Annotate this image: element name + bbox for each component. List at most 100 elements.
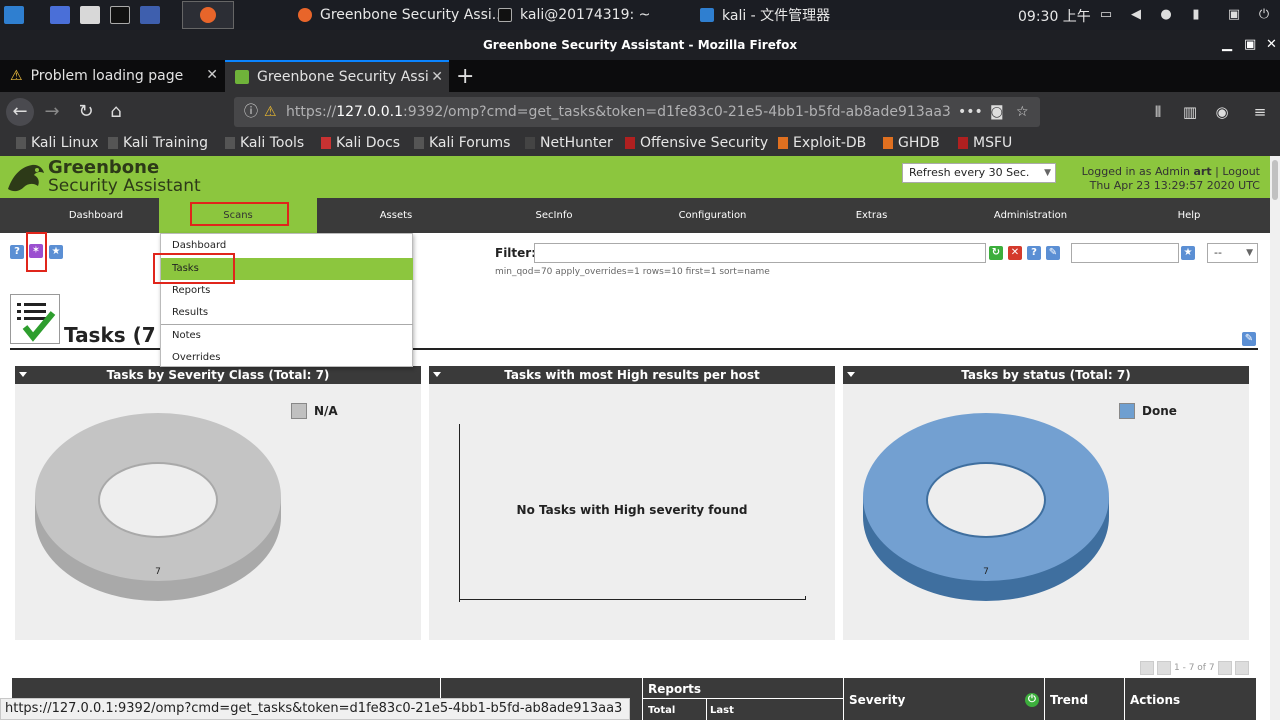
refresh-select[interactable]: Refresh every 30 Sec. ▼ — [902, 163, 1056, 183]
col-severity[interactable]: Severity — [849, 693, 905, 707]
page-scrollbar-thumb[interactable] — [1272, 160, 1278, 200]
tab-greenbone[interactable]: Greenbone Security Assi ✕ — [225, 60, 449, 92]
forward-icon[interactable]: → — [38, 98, 66, 126]
bookmark-exploit-db[interactable]: Exploit-DB — [778, 135, 866, 151]
home-icon[interactable]: ⌂ — [102, 98, 130, 126]
desktop-icon[interactable] — [50, 6, 70, 24]
column-divider — [1124, 678, 1125, 720]
maximize-icon[interactable]: ▣ — [1244, 30, 1256, 60]
os-taskbar: Greenbone Security Assi... kali@20174319… — [0, 0, 1280, 30]
col-reports-total[interactable]: Total — [648, 705, 675, 716]
filter-select[interactable]: -- ▼ — [1207, 243, 1258, 263]
pocket-icon[interactable]: ◙ — [990, 97, 1004, 127]
bookmark-label: Kali Tools — [240, 135, 305, 151]
page-actions-icon[interactable]: ••• — [958, 97, 983, 127]
battery-icon[interactable]: ▮ — [1188, 7, 1204, 23]
bookmark-offensive-security[interactable]: Offensive Security — [625, 135, 768, 151]
screenshot-icon[interactable] — [140, 6, 160, 24]
severity-donut-chart: 7 — [35, 413, 281, 601]
panel-title-text: Tasks by status (Total: 7) — [961, 368, 1131, 382]
kali-docs-icon — [321, 137, 331, 149]
power-icon[interactable]: ⏻ — [1256, 7, 1272, 23]
nav-secinfo[interactable]: SecInfo — [475, 198, 633, 233]
info-icon[interactable]: ⓘ — [244, 97, 258, 127]
menu-icon[interactable]: ≡ — [1246, 98, 1274, 126]
username-link[interactable]: art — [1194, 165, 1212, 178]
reload-icon[interactable]: ↻ — [72, 98, 100, 126]
volume-icon[interactable]: ◀ — [1128, 7, 1144, 23]
notification-bell-icon[interactable]: ● — [1158, 7, 1174, 23]
menu-item-notes[interactable]: Notes — [161, 325, 413, 347]
collapse-triangle-icon[interactable] — [19, 372, 27, 377]
donut-hole — [928, 464, 1044, 536]
filter-name-input[interactable] — [1071, 243, 1179, 263]
col-reports[interactable]: Reports — [648, 682, 701, 696]
nethunter-icon — [525, 137, 535, 149]
close-tab-icon[interactable]: ✕ — [431, 69, 443, 85]
col-reports-last[interactable]: Last — [710, 705, 734, 716]
edit-dashboard-icon[interactable]: ✎ — [1242, 332, 1256, 346]
refresh-filter-icon[interactable]: ↻ — [989, 246, 1003, 260]
taskbar-window-firefox[interactable]: Greenbone Security Assi... — [298, 0, 498, 30]
collapse-triangle-icon[interactable] — [433, 372, 441, 377]
bookmark-ghdb[interactable]: GHDB — [883, 135, 940, 151]
panel-title: Tasks with most High results per host — [429, 366, 835, 384]
col-actions[interactable]: Actions — [1130, 693, 1180, 707]
filter-help-icon[interactable]: ? — [1027, 246, 1041, 260]
new-task-icon[interactable]: ★ — [49, 245, 63, 259]
next-page-icon[interactable] — [1217, 661, 1232, 675]
firefox-launcher[interactable] — [182, 1, 234, 29]
nav-assets[interactable]: Assets — [317, 198, 475, 233]
taskbar-window-terminal[interactable]: kali@20174319: ~ — [498, 0, 698, 30]
nav-help[interactable]: Help — [1110, 198, 1268, 233]
greenbone-favicon — [235, 70, 249, 84]
display-icon[interactable]: ▭ — [1098, 7, 1114, 23]
save-filter-icon[interactable]: ★ — [1181, 246, 1195, 260]
nav-administration[interactable]: Administration — [951, 198, 1110, 233]
bookmark-kali-training[interactable]: Kali Training — [108, 135, 208, 151]
nav-extras[interactable]: Extras — [792, 198, 951, 233]
kali-menu-icon[interactable] — [4, 6, 24, 24]
clock[interactable]: 09:30 上午 — [1018, 6, 1091, 26]
logout-link[interactable]: Logout — [1222, 165, 1260, 178]
bookmark-msfu[interactable]: MSFU — [958, 135, 1012, 151]
warning-icon: ⚠ — [10, 68, 23, 84]
bookmark-kali-tools[interactable]: Kali Tools — [225, 135, 304, 151]
clear-filter-icon[interactable]: ✕ — [1008, 246, 1022, 260]
user-role: Admin — [1154, 165, 1190, 178]
collapse-triangle-icon[interactable] — [847, 372, 855, 377]
bookmark-nethunter[interactable]: NetHunter — [525, 135, 613, 151]
minimize-icon[interactable]: ▁ — [1222, 30, 1232, 60]
bookmark-kali-docs[interactable]: Kali Docs — [321, 135, 400, 151]
help-icon[interactable]: ? — [10, 245, 24, 259]
filter-input[interactable] — [534, 243, 986, 263]
last-page-icon[interactable] — [1234, 661, 1249, 675]
col-trend[interactable]: Trend — [1050, 693, 1088, 707]
first-page-icon[interactable] — [1140, 661, 1154, 675]
new-tab-icon[interactable]: + — [456, 64, 474, 89]
menu-item-overrides[interactable]: Overrides — [161, 347, 413, 369]
bookmark-kali-linux[interactable]: Kali Linux — [16, 135, 98, 151]
logo-line1: Greenbone — [48, 157, 160, 178]
back-icon[interactable]: ← — [6, 98, 34, 126]
bookmark-kali-forums[interactable]: Kali Forums — [414, 135, 510, 151]
bookmark-star-icon[interactable]: ☆ — [1016, 97, 1029, 127]
account-icon[interactable]: ◉ — [1208, 98, 1236, 126]
apply-overrides-icon[interactable]: ⏻ — [1025, 693, 1039, 707]
page-scrollbar[interactable] — [1270, 156, 1280, 720]
menu-item-results[interactable]: Results — [161, 302, 413, 324]
close-window-icon[interactable]: ✕ — [1266, 30, 1277, 60]
sidebar-icon[interactable]: ▥ — [1176, 98, 1204, 126]
insecure-lock-icon[interactable]: ⚠ — [264, 97, 277, 127]
edit-filter-icon[interactable]: ✎ — [1046, 246, 1060, 260]
lock-icon[interactable]: ▣ — [1226, 7, 1242, 23]
tab-problem-loading[interactable]: ⚠ Problem loading page ✕ — [0, 60, 224, 92]
url-bar[interactable]: ⓘ ⚠ https://127.0.0.1:9392/omp?cmd=get_t… — [234, 97, 1040, 127]
library-icon[interactable]: ⫴ — [1144, 98, 1172, 126]
nav-configuration[interactable]: Configuration — [633, 198, 792, 233]
file-manager-icon[interactable] — [80, 6, 100, 24]
taskbar-window-files[interactable]: kali - 文件管理器 — [700, 0, 900, 30]
terminal-icon[interactable] — [110, 6, 130, 24]
close-tab-icon[interactable]: ✕ — [206, 67, 218, 83]
previous-page-icon[interactable] — [1157, 661, 1171, 675]
